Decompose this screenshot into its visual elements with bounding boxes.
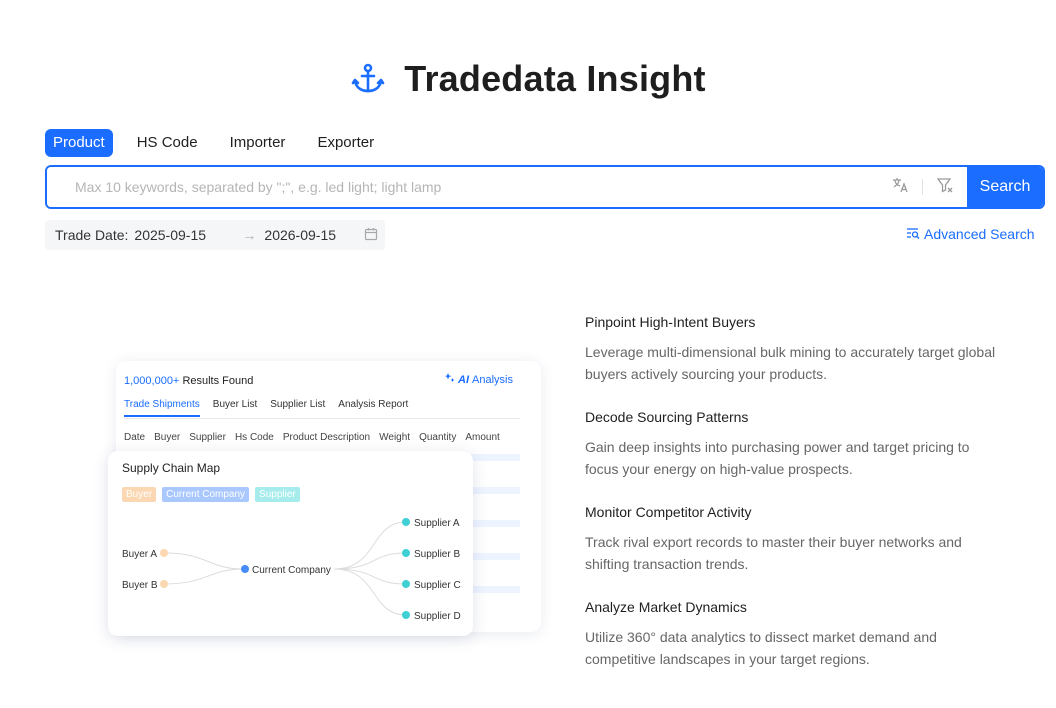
preview-tabs: Trade Shipments Buyer List Supplier List… [124, 399, 408, 417]
search-tools [892, 167, 967, 207]
supply-chain-map-card: Buyer A Buyer B Current Company Supplier… [108, 451, 473, 636]
start-date[interactable]: 2025-09-15 [134, 227, 242, 243]
buyer-b-label: Buyer B [122, 580, 158, 591]
brand-header: Tradedata Insight [0, 58, 1056, 100]
feature-item: Analyze Market Dynamics Utilize 360° dat… [585, 597, 1005, 670]
feature-title: Monitor Competitor Activity [585, 504, 752, 523]
preview-tab-buyer-list: Buyer List [212, 399, 258, 410]
preview-tab-trade-shipments: Trade Shipments [124, 399, 200, 417]
feature-item: Pinpoint High-Intent Buyers Leverage mul… [585, 312, 1005, 385]
supply-chain-map-title: Supply Chain Map [122, 461, 221, 475]
page-title: Tradedata Insight [404, 58, 706, 99]
supplier-node [402, 549, 410, 557]
translate-icon[interactable] [892, 177, 908, 198]
company-node [241, 565, 249, 573]
feature-title: Analyze Market Dynamics [585, 599, 747, 618]
chip-buyer: Buyer [122, 487, 157, 502]
chip-supplier: Supplier [255, 487, 300, 502]
feature-item: Decode Sourcing Patterns Gain deep insig… [585, 407, 1005, 480]
feature-title: Pinpoint High-Intent Buyers [585, 314, 756, 333]
col-buyer: Buyer [154, 432, 181, 443]
analysis-label: Analysis [472, 373, 513, 386]
anchor-icon [350, 61, 386, 97]
feature-title: Decode Sourcing Patterns [585, 409, 749, 428]
current-company-label: Current Company [252, 565, 331, 576]
col-date: Date [124, 432, 146, 443]
preview-divider [124, 418, 520, 419]
legend-chips: Buyer Current Company Supplier [122, 487, 300, 502]
buyer-a-label: Buyer A [122, 549, 157, 560]
sparkle-icon [445, 373, 455, 386]
tools-divider [922, 179, 923, 195]
col-amount: Amount [465, 432, 500, 443]
supply-chain-links: Buyer A Buyer B Current Company Supplier… [122, 518, 461, 622]
col-supplier: Supplier [189, 432, 226, 443]
results-count-number: 1,000,000+ [124, 375, 180, 387]
trade-date-range[interactable]: Trade Date: 2025-09-15 → 2026-09-15 [45, 220, 385, 250]
supplier-c-label: Supplier C [414, 580, 461, 591]
col-weight: Weight [379, 432, 411, 443]
feature-text: Gain deep insights into purchasing power… [585, 439, 970, 477]
results-count-text: Results Found [182, 375, 254, 387]
ai-label: AI [458, 373, 470, 386]
feature-text: Leverage multi-dimensional bulk mining t… [585, 344, 996, 382]
advanced-search-label: Advanced Search [924, 226, 1035, 242]
feature-item: Monitor Competitor Activity Track rival … [585, 502, 1005, 575]
preview-columns: Date Buyer Supplier Hs Code Product Desc… [124, 432, 500, 443]
tab-product[interactable]: Product [45, 129, 113, 157]
chip-current-company: Current Company [162, 487, 250, 502]
preview-tab-analysis-report: Analysis Report [338, 399, 409, 410]
supplier-b-label: Supplier B [414, 549, 460, 560]
col-product-description: Product Description [282, 432, 371, 443]
col-hs-code: Hs Code [234, 432, 274, 443]
tab-exporter[interactable]: Exporter [309, 129, 382, 157]
end-date[interactable]: 2026-09-15 [264, 227, 364, 243]
search-bar: Search [45, 165, 1045, 209]
search-input[interactable] [47, 167, 892, 207]
supplier-d-label: Supplier D [414, 611, 461, 622]
trade-date-label: Trade Date: [55, 227, 129, 243]
preview-tab-supplier-list: Supplier List [270, 399, 326, 410]
col-quantity: Quantity [419, 432, 457, 443]
feature-text: Track rival export records to master the… [585, 534, 962, 572]
search-button[interactable]: Search [967, 167, 1043, 207]
supplier-node [402, 518, 410, 526]
feature-list: Pinpoint High-Intent Buyers Leverage mul… [585, 312, 1005, 692]
buyer-node [160, 549, 168, 557]
ai-analysis-badge: AI Analysis [445, 373, 513, 386]
advanced-search-link[interactable]: Advanced Search [906, 226, 1035, 242]
tab-importer[interactable]: Importer [222, 129, 294, 157]
supplier-node [402, 611, 410, 619]
advanced-search-icon [906, 226, 920, 242]
results-count: 1,000,000+ Results Found [124, 375, 253, 387]
feature-text: Utilize 360° data analytics to dissect m… [585, 629, 937, 667]
buyer-node [160, 580, 168, 588]
supplier-a-label: Supplier A [414, 518, 460, 529]
calendar-icon[interactable] [364, 227, 378, 244]
arrow-right-icon: → [242, 227, 257, 243]
search-type-tabs: Product HS Code Importer Exporter [45, 129, 398, 157]
tab-hs-code[interactable]: HS Code [129, 129, 206, 157]
filter-icon[interactable] [936, 177, 953, 198]
supplier-node [402, 580, 410, 588]
